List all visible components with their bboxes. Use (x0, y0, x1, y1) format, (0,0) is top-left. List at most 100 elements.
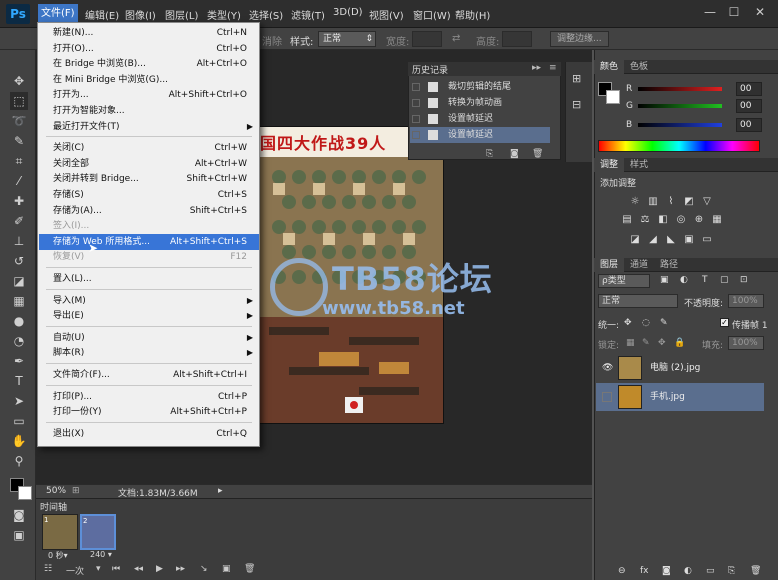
filter-pixel-icon[interactable]: ▣ (660, 275, 669, 285)
visibility-toggle-empty[interactable] (602, 392, 612, 402)
unify-visibility-icon[interactable]: ◌ (642, 318, 650, 328)
file-menu-item[interactable]: 自动(U) ▶ (39, 330, 259, 346)
blur-tool-icon[interactable]: ● (10, 312, 28, 330)
timeline-frame-2[interactable]: 2 (80, 514, 116, 550)
gradient-tool-icon[interactable]: ▦ (10, 292, 28, 310)
black-white-icon[interactable]: ◧ (656, 214, 670, 226)
curves-icon[interactable]: ⌇ (664, 196, 678, 208)
play-icon[interactable]: ▶ (156, 564, 163, 574)
zoom-level[interactable]: 50% (46, 486, 66, 496)
green-value-input[interactable]: 00 (736, 99, 762, 113)
screen-mode-icon[interactable]: ▣ (10, 526, 28, 544)
selective-color-icon[interactable]: ▣ (682, 234, 696, 246)
gradient-map-icon[interactable]: ▭ (700, 234, 714, 246)
file-menu-item[interactable]: 导入(M) ▶ (39, 293, 259, 309)
menu-type[interactable]: 类型(Y) (204, 7, 244, 22)
link-layers-icon[interactable]: ⊖ (618, 566, 626, 576)
quick-select-tool-icon[interactable]: ✎ (10, 132, 28, 150)
style-select[interactable]: 正常 ⇕ (318, 31, 376, 47)
history-panel-icon[interactable]: ⊞ (572, 72, 581, 85)
file-menu-item[interactable]: 在 Bridge 中浏览(B)... Alt+Ctrl+O (39, 56, 259, 72)
menu-help[interactable]: 帮助(H) (452, 7, 493, 22)
red-slider[interactable] (638, 87, 722, 91)
rectangle-tool-icon[interactable]: ▭ (10, 412, 28, 430)
fill-input[interactable]: 100% (728, 336, 764, 350)
tab-styles[interactable]: 样式 (624, 158, 654, 172)
maximize-button[interactable]: ☐ (724, 5, 744, 21)
file-menu-item[interactable]: 关闭并转到 Bridge... Shift+Ctrl+W (39, 171, 259, 187)
refine-edge-button[interactable]: 调整边缘... (550, 31, 609, 47)
hand-tool-icon[interactable]: ✋ (10, 432, 28, 450)
filter-smart-object-icon[interactable]: ⊡ (740, 275, 748, 285)
color-spectrum-bar[interactable] (598, 140, 760, 152)
history-trash-icon[interactable]: 🗑 (532, 149, 543, 159)
filter-adjustment-icon[interactable]: ◐ (680, 275, 688, 285)
close-button[interactable]: ✕ (750, 5, 770, 21)
layer-mask-icon[interactable]: ◙ (662, 566, 671, 576)
filter-type-icon[interactable]: T (702, 275, 708, 285)
history-state[interactable]: 转换为帧动画 (410, 95, 550, 111)
menu-edit[interactable]: 编辑(E) (82, 7, 122, 22)
tab-channels[interactable]: 通道 (624, 258, 654, 272)
menu-view[interactable]: 视图(V) (366, 7, 407, 22)
file-menu-item[interactable]: 打印一份(Y) Alt+Shift+Ctrl+P (39, 404, 259, 420)
dodge-tool-icon[interactable]: ◔ (10, 332, 28, 350)
color-balance-icon[interactable]: ⚖ (638, 214, 652, 226)
unify-style-icon[interactable]: ✎ (660, 318, 668, 328)
file-menu-item[interactable]: 文件简介(F)... Alt+Shift+Ctrl+I (39, 367, 259, 383)
vibrance-icon[interactable]: ▽ (700, 196, 714, 208)
layer-filter-kind-select[interactable]: ρ类型 (598, 274, 650, 288)
pen-tool-icon[interactable]: ✒ (10, 352, 28, 370)
photo-filter-icon[interactable]: ◎ (674, 214, 688, 226)
file-menu-item[interactable]: 打开为... Alt+Shift+Ctrl+O (39, 87, 259, 103)
snapshot-camera-icon[interactable]: ◙ (510, 149, 519, 159)
file-menu-item[interactable]: 置入(L)... (39, 271, 259, 287)
loop-dropdown-icon[interactable]: ▾ (96, 564, 101, 574)
blue-slider[interactable] (638, 123, 722, 127)
width-input[interactable] (412, 31, 442, 47)
unify-position-icon[interactable]: ✥ (624, 318, 632, 328)
delete-frame-icon[interactable]: 🗑 (244, 564, 255, 574)
type-tool-icon[interactable]: T (10, 372, 28, 390)
history-brush-source-checkbox[interactable] (412, 99, 420, 107)
height-input[interactable] (502, 31, 532, 47)
layer-row[interactable]: 手机.jpg (596, 383, 764, 411)
menu-file[interactable]: 文件(F) (38, 4, 78, 24)
crop-tool-icon[interactable]: ⌗ (10, 152, 28, 170)
channel-mixer-icon[interactable]: ⊕ (692, 214, 706, 226)
file-menu-item[interactable]: 打印(P)... Ctrl+P (39, 389, 259, 405)
file-menu-item[interactable]: 存储为 Web 所用格式... Alt+Shift+Ctrl+S (39, 233, 259, 250)
history-brush-source-checkbox[interactable] (412, 115, 420, 123)
menu-window[interactable]: 窗口(W) (410, 7, 454, 22)
tab-adjustments[interactable]: 调整 (594, 158, 625, 172)
eyedropper-tool-icon[interactable]: ⁄ (10, 172, 28, 190)
new-document-from-state-icon[interactable]: ⎘ (486, 149, 493, 159)
history-state[interactable]: 设置帧延迟 (410, 127, 550, 143)
red-value-input[interactable]: 00 (736, 82, 762, 96)
history-state[interactable]: 裁切剪辑的结尾 (410, 79, 550, 95)
filter-shape-icon[interactable]: ▢ (720, 275, 729, 285)
file-menu-item[interactable]: 存储为(A)... Shift+Ctrl+S (39, 203, 259, 219)
menu-filter[interactable]: 滤镜(T) (288, 7, 328, 22)
color-lookup-icon[interactable]: ▦ (710, 214, 724, 226)
background-color-swatch[interactable] (18, 486, 32, 500)
delete-layer-icon[interactable]: 🗑 (750, 566, 761, 576)
invert-icon[interactable]: ◪ (628, 234, 642, 246)
convert-timeline-icon[interactable]: ☷ (44, 564, 52, 574)
frame-delay-1[interactable]: 0 秒▾ (48, 550, 68, 561)
menu-layer[interactable]: 图层(L) (162, 7, 201, 22)
file-menu-item[interactable]: 关闭全部 Alt+Ctrl+W (39, 156, 259, 172)
brush-tool-icon[interactable]: ✐ (10, 212, 28, 230)
quick-mask-icon[interactable]: ◙ (10, 506, 28, 524)
brightness-icon[interactable]: ☼ (628, 196, 642, 208)
status-toggle-icon[interactable]: ⊞ (72, 486, 80, 496)
path-select-tool-icon[interactable]: ➤ (10, 392, 28, 410)
menu-select[interactable]: 选择(S) (246, 7, 286, 22)
layer-style-icon[interactable]: fx (640, 566, 649, 576)
layer-row[interactable]: 👁 电脑 (2).jpg (596, 354, 764, 382)
menu-image[interactable]: 图像(I) (122, 7, 159, 22)
previous-frame-icon[interactable]: ◂◂ (134, 564, 143, 574)
history-brush-tool-icon[interactable]: ↺ (10, 252, 28, 270)
opacity-input[interactable]: 100% (728, 294, 764, 308)
file-menu-item[interactable]: 关闭(C) Ctrl+W (39, 140, 259, 156)
